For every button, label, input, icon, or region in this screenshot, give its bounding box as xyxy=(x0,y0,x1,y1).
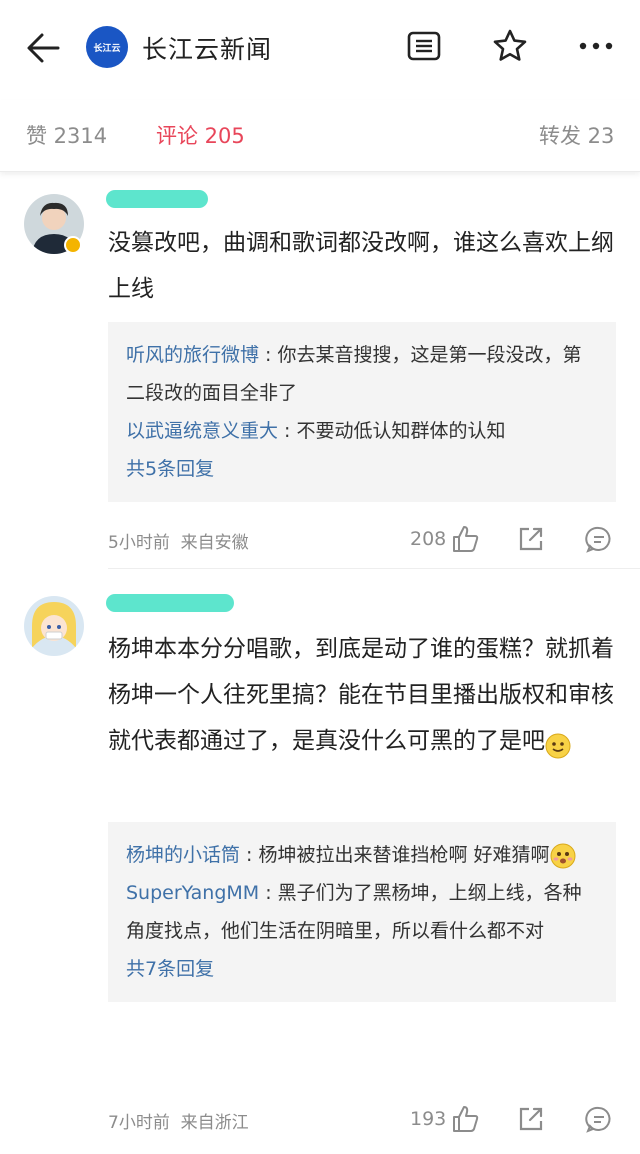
reply-text: 不要动低认知群体的认知 xyxy=(296,420,506,442)
logo-text: 长江云 xyxy=(93,43,121,54)
worried-emoji-icon xyxy=(550,843,576,869)
comment-text: 没篡改吧，曲调和歌词都没改啊，谁这么喜欢上纲上线 xyxy=(108,230,614,302)
reply-author[interactable]: 杨坤的小话筒 xyxy=(126,844,240,866)
comment-time: 7小时前 xyxy=(108,1113,170,1133)
like-count: 208 xyxy=(410,528,447,550)
reply-item[interactable]: SuperYangMM : 黑子们为了黑杨坤，上纲上线，各种角度找点，他们生活在… xyxy=(126,874,598,950)
smile-emoji-icon xyxy=(545,729,571,758)
star-favorite-icon[interactable] xyxy=(490,26,530,66)
view-replies-link[interactable]: 共7条回复 xyxy=(126,950,598,988)
reply-item[interactable]: 杨坤的小话筒 : 杨坤被拉出来替谁挡枪啊 好难猜啊 xyxy=(126,836,598,874)
stats-bar: 赞 2314 评论 205 转发 23 xyxy=(0,100,640,172)
comment-time: 5小时前 xyxy=(108,533,170,553)
reply-author[interactable]: 听风的旅行微博 xyxy=(126,344,259,366)
like-count: 193 xyxy=(410,1108,447,1130)
reply-item[interactable]: 听风的旅行微博 : 你去某音搜搜，这是第一段没改，第二段改的面目全非了 xyxy=(126,336,598,412)
more-options-icon[interactable] xyxy=(576,26,616,66)
share-icon[interactable] xyxy=(516,1104,546,1134)
top-bar: 长江云 长江云新闻 xyxy=(0,0,640,96)
reply-author[interactable]: 以武逼统意义重大 xyxy=(126,420,278,442)
comment-text: 杨坤本本分分唱歌，到底是动了谁的蛋糕？就抓着杨坤一个人往死里搞？能在节目里播出版… xyxy=(108,626,620,764)
shares-tab[interactable]: 转发 23 xyxy=(539,120,614,150)
avatar[interactable] xyxy=(24,596,84,656)
thumbs-up-icon[interactable] xyxy=(450,524,480,554)
comment-location: 来自安徽 xyxy=(180,533,249,553)
verified-badge-icon xyxy=(64,236,82,254)
divider xyxy=(108,568,640,569)
thumbs-up-icon[interactable] xyxy=(450,1104,480,1134)
app-logo: 长江云 xyxy=(86,26,128,68)
comments-tab[interactable]: 评论 205 xyxy=(156,120,245,150)
app-title: 长江云新闻 xyxy=(142,35,273,64)
reply-box: 听风的旅行微博 : 你去某音搜搜，这是第一段没改，第二段改的面目全非了 以武逼统… xyxy=(108,322,616,502)
comment-text-content: 杨坤本本分分唱歌，到底是动了谁的蛋糕？就抓着杨坤一个人往死里搞？能在节目里播出版… xyxy=(108,636,614,754)
reply-bubble-icon[interactable] xyxy=(584,1104,614,1134)
comment-meta: 5小时前 来自安徽 xyxy=(108,528,249,553)
reply-bubble-icon[interactable] xyxy=(584,524,614,554)
reply-text: 杨坤被拉出来替谁挡枪啊 好难猜啊 xyxy=(258,844,550,866)
comment-meta: 7小时前 来自浙江 xyxy=(108,1108,249,1133)
share-icon[interactable] xyxy=(516,524,546,554)
redacted-username xyxy=(106,594,234,612)
likes-tab[interactable]: 赞 2314 xyxy=(26,120,107,150)
comment-location: 来自浙江 xyxy=(180,1113,249,1133)
view-replies-link[interactable]: 共5条回复 xyxy=(126,450,598,488)
reply-author[interactable]: SuperYangMM xyxy=(126,882,259,904)
redacted-username xyxy=(106,190,208,208)
reply-box: 杨坤的小话筒 : 杨坤被拉出来替谁挡枪啊 好难猜啊 SuperYangMM : … xyxy=(108,822,616,1002)
back-arrow-icon[interactable] xyxy=(22,26,66,70)
reply-item[interactable]: 以武逼统意义重大 : 不要动低认知群体的认知 xyxy=(126,412,598,450)
article-icon[interactable] xyxy=(404,26,444,66)
